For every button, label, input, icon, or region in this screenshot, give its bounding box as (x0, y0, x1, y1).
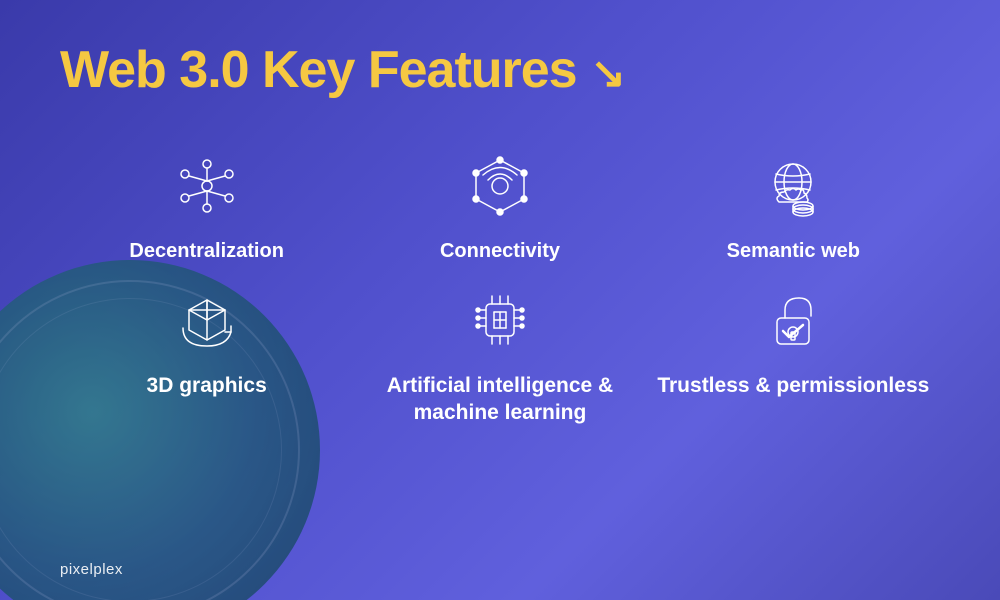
3d-graphics-label: 3D graphics (147, 372, 267, 399)
feature-decentralization: Decentralization (60, 150, 353, 264)
feature-ai-ml: Artificial intelligence & machine learni… (353, 284, 646, 427)
3d-graphics-icon (171, 284, 243, 356)
connectivity-label: Connectivity (440, 238, 560, 264)
brand-label: pixelplex (60, 561, 123, 578)
decentralization-icon (171, 150, 243, 222)
semantic-web-icon (757, 150, 829, 222)
connectivity-icon (464, 150, 536, 222)
ai-ml-label: Artificial intelligence & machine learni… (353, 372, 646, 427)
feature-connectivity: Connectivity (353, 150, 646, 264)
feature-3d-graphics: 3D graphics (60, 284, 353, 427)
semantic-web-label: Semantic web (727, 238, 860, 264)
trustless-icon (757, 284, 829, 356)
page-container: Web 3.0 Key Features ↘ (0, 0, 1000, 600)
ai-ml-icon (464, 284, 536, 356)
page-title: Web 3.0 Key Features (60, 40, 577, 100)
title-row: Web 3.0 Key Features ↘ (60, 40, 940, 100)
trustless-label: Trustless & permissionless (657, 372, 929, 399)
feature-semantic-web: Semantic web (647, 150, 940, 264)
arrow-icon: ↘ (591, 48, 626, 97)
features-grid: Decentralization (60, 150, 940, 427)
decentralization-label: Decentralization (129, 238, 283, 264)
feature-trustless: Trustless & permissionless (647, 284, 940, 427)
